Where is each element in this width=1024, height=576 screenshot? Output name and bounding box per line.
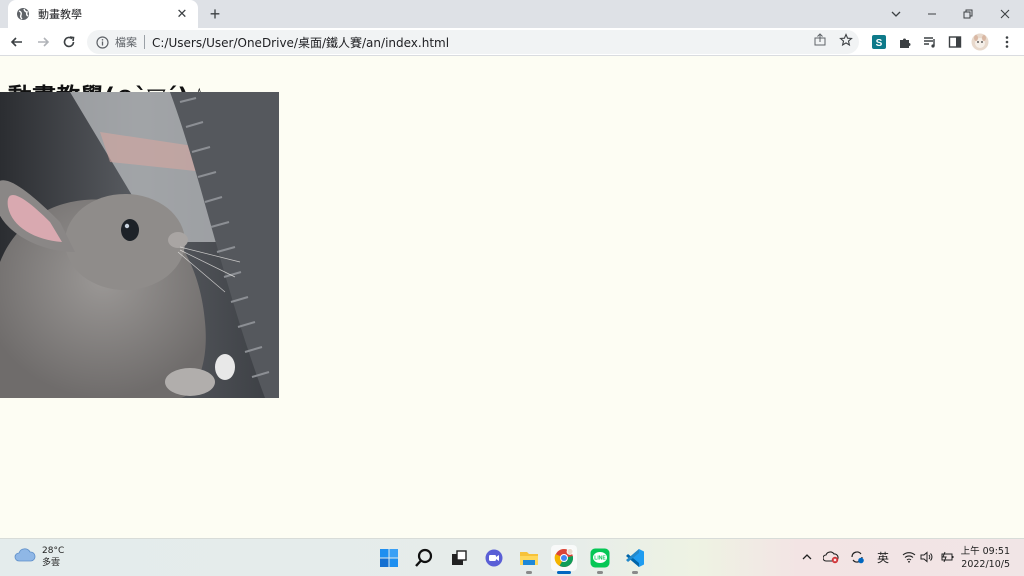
- line-app-icon[interactable]: LINE: [587, 545, 613, 574]
- system-clock[interactable]: 上午 09:51 2022/10/5: [961, 545, 1010, 571]
- browser-toolbar: 檔案 C:/Users/User/OneDrive/桌面/鐵人賽/an/inde…: [0, 28, 1024, 56]
- close-tab-icon[interactable]: ✕: [174, 6, 190, 22]
- onedrive-error-icon[interactable]: [822, 547, 840, 567]
- running-indicator: [597, 571, 603, 574]
- menu-kebab-icon[interactable]: [997, 32, 1017, 52]
- file-explorer-icon[interactable]: [516, 545, 542, 574]
- forward-button[interactable]: [33, 32, 53, 52]
- reading-list-icon[interactable]: [920, 32, 940, 52]
- page-viewport: 動畫教學(⊙ˋ▽ˊ)☆: [0, 57, 1024, 538]
- url-scheme-label: 檔案: [115, 36, 137, 49]
- weather-widget[interactable]: 28°C 多雲: [14, 545, 64, 569]
- task-view-icon[interactable]: [446, 545, 472, 571]
- side-panel-icon[interactable]: [945, 32, 965, 52]
- reload-button[interactable]: [59, 32, 79, 52]
- puzzle-icon[interactable]: [895, 32, 915, 52]
- url-separator: [144, 35, 145, 49]
- skype-extension-icon[interactable]: S: [869, 32, 889, 52]
- url-text[interactable]: C:/Users/User/OneDrive/桌面/鐵人賽/an/index.h…: [152, 34, 449, 51]
- weather-temperature: 28°C: [42, 546, 65, 556]
- svg-text:LINE: LINE: [594, 556, 606, 562]
- chevron-up-icon[interactable]: [798, 547, 816, 567]
- volume-icon[interactable]: [918, 547, 936, 567]
- windows-start-icon[interactable]: [376, 545, 402, 571]
- clock-time: 上午 09:51: [960, 546, 1010, 557]
- close-window-button[interactable]: [987, 0, 1023, 28]
- ime-indicator[interactable]: 英: [873, 547, 893, 567]
- chrome-icon[interactable]: [551, 545, 577, 574]
- wifi-icon[interactable]: [900, 547, 918, 567]
- browser-tab-strip: 動畫教學 ✕ +: [0, 0, 1024, 28]
- teams-chat-icon[interactable]: [481, 545, 507, 571]
- battery-icon[interactable]: [938, 547, 956, 567]
- tab-title: 動畫教學: [38, 8, 82, 21]
- info-icon[interactable]: [95, 35, 109, 49]
- back-button[interactable]: [7, 32, 27, 52]
- vscode-icon[interactable]: [622, 545, 648, 574]
- restore-button[interactable]: [950, 0, 986, 28]
- address-bar[interactable]: 檔案 C:/Users/User/OneDrive/桌面/鐵人賽/an/inde…: [87, 30, 859, 54]
- bookmark-star-icon[interactable]: [838, 32, 854, 48]
- running-indicator: [632, 571, 638, 574]
- windows-taskbar: 28°C 多雲 LINE 英 上午 09:51 2022/10/5: [0, 538, 1024, 576]
- cloud-icon: [14, 547, 36, 568]
- tab-search-icon[interactable]: [878, 0, 914, 28]
- tab-active[interactable]: 動畫教學 ✕: [8, 0, 198, 28]
- profile-avatar[interactable]: [970, 32, 990, 52]
- active-indicator: [557, 571, 571, 574]
- svg-text:S: S: [876, 38, 883, 49]
- globe-icon: [16, 7, 30, 21]
- search-icon[interactable]: [411, 545, 437, 571]
- sync-icon[interactable]: [848, 547, 866, 567]
- new-tab-button[interactable]: +: [205, 4, 225, 24]
- share-icon[interactable]: [812, 32, 828, 48]
- minimize-button[interactable]: [914, 0, 950, 28]
- weather-condition: 多雲: [42, 558, 61, 568]
- rabbit-image: [0, 92, 279, 398]
- clock-date: 2022/10/5: [961, 559, 1010, 570]
- running-indicator: [526, 571, 532, 574]
